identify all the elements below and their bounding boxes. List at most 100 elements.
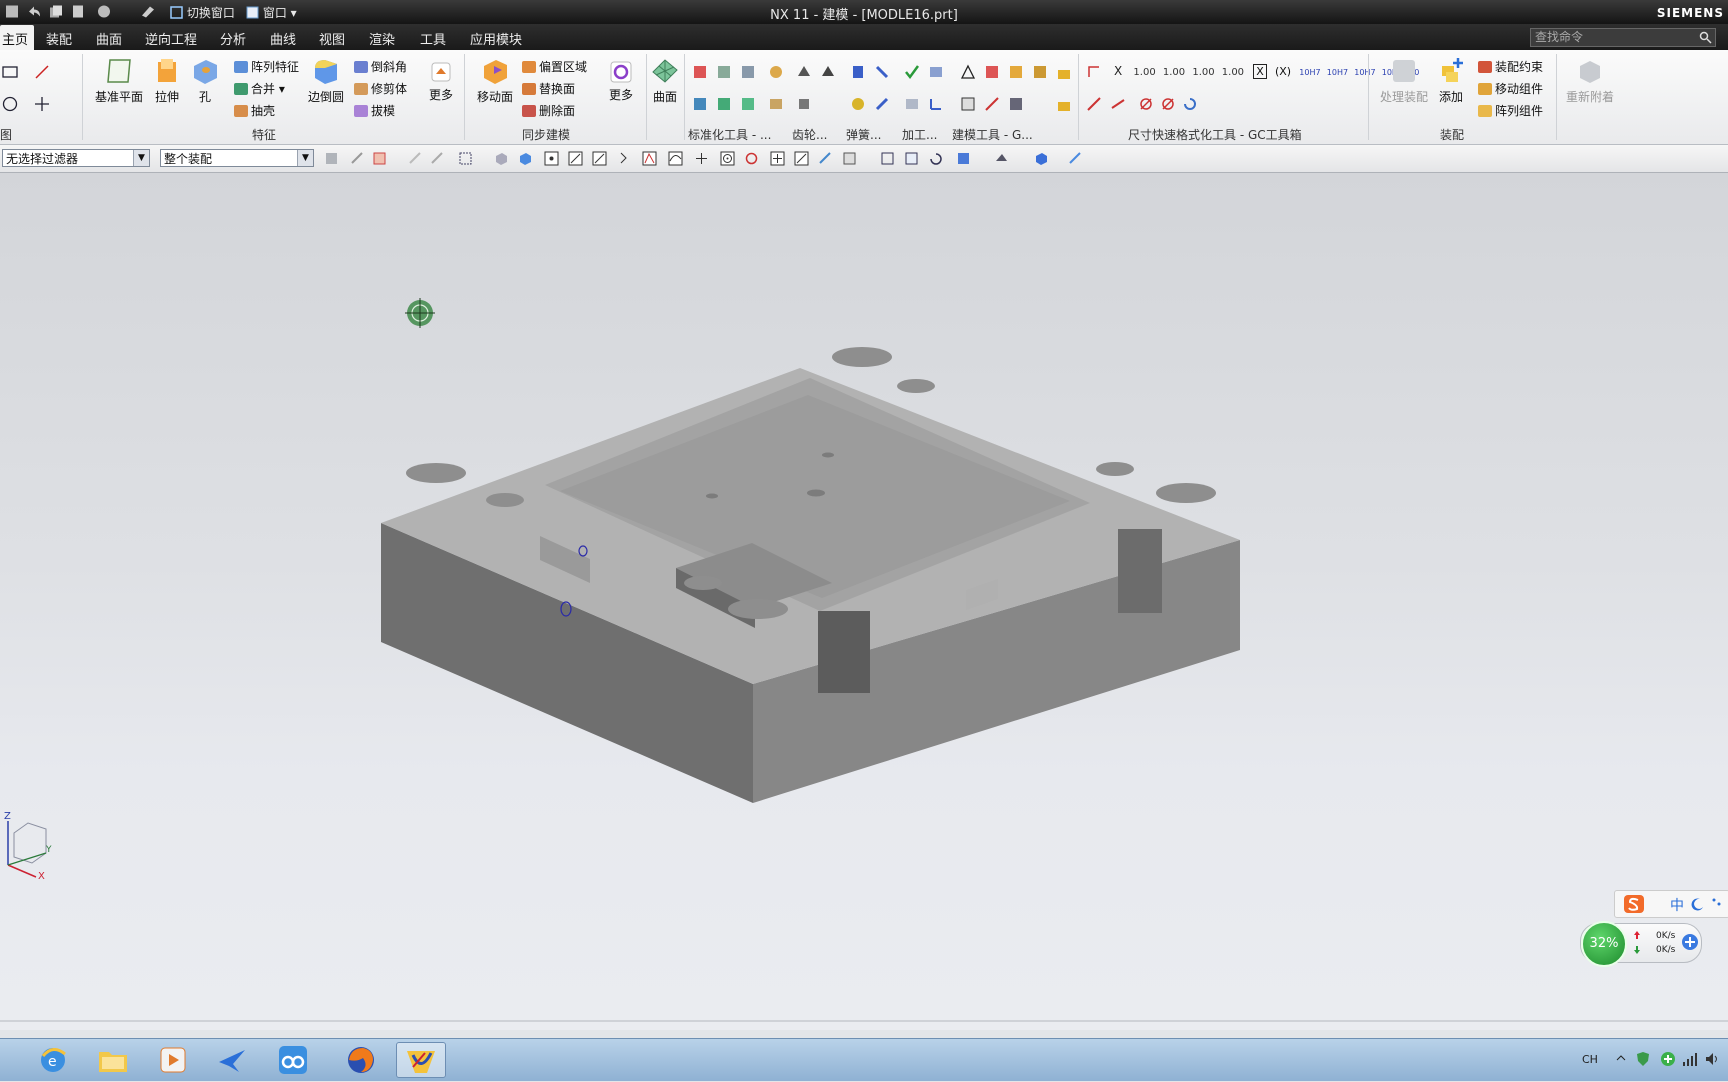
tab-render[interactable]: 渲染 bbox=[369, 29, 395, 48]
hole-button[interactable]: 孔 bbox=[190, 56, 220, 105]
standard-library-icon[interactable] bbox=[716, 64, 732, 80]
spring-design-icon[interactable] bbox=[874, 64, 890, 80]
refresh-dim-icon[interactable] bbox=[1182, 96, 1198, 112]
tab-curve[interactable]: 曲线 bbox=[270, 29, 296, 48]
helical-gear-icon[interactable] bbox=[820, 64, 836, 80]
extrude-button[interactable]: 拉伸 bbox=[150, 56, 184, 105]
firefox-app[interactable] bbox=[336, 1042, 386, 1078]
snap-point-on-curve-icon[interactable] bbox=[794, 151, 809, 166]
move-face-button[interactable]: 移动面 bbox=[474, 56, 516, 105]
offset-region-button[interactable]: 偏置区域 bbox=[522, 58, 587, 75]
modeling-tool-1-icon[interactable] bbox=[984, 64, 1000, 80]
scope-dropdown[interactable]: 整个装配 ▼ bbox=[160, 149, 314, 167]
add-component-button[interactable]: 添加 bbox=[1436, 56, 1466, 105]
ime-mode[interactable]: 中 bbox=[1670, 895, 1684, 915]
datum-plane-button[interactable]: 基准平面 bbox=[92, 56, 146, 105]
snap-surface-icon[interactable] bbox=[818, 151, 833, 166]
lock-icon[interactable] bbox=[1056, 64, 1072, 80]
gear-icon[interactable] bbox=[768, 64, 784, 80]
tray-expand-icon[interactable] bbox=[1616, 1053, 1626, 1063]
diameter-icon[interactable] bbox=[1138, 96, 1154, 112]
network-speed-widget[interactable]: 32% 0K/s 0K/s bbox=[1580, 921, 1702, 967]
snap-bounded-grid-icon[interactable] bbox=[842, 151, 857, 166]
feiq-app[interactable] bbox=[208, 1042, 258, 1078]
standard-table-icon[interactable] bbox=[740, 64, 756, 80]
snap-endpoint-icon[interactable] bbox=[544, 151, 559, 166]
assembly-constraints-button[interactable]: 装配约束 bbox=[1478, 58, 1543, 75]
reattach-button[interactable]: 重新附着 bbox=[1562, 56, 1618, 105]
snap-midpoint-icon[interactable] bbox=[592, 151, 607, 166]
machining-axis-icon[interactable] bbox=[928, 96, 944, 112]
chamfer-button[interactable]: 倒斜角 bbox=[354, 58, 407, 75]
dim-icon-tol3[interactable]: 1.00 bbox=[1192, 67, 1214, 78]
dim-icon-fit1[interactable]: 10H7 bbox=[1299, 68, 1320, 77]
dim-icon-x[interactable]: X bbox=[1114, 64, 1122, 78]
siemens-nx-app[interactable] bbox=[396, 1042, 446, 1078]
process-assembly-button[interactable]: 处理装配 bbox=[1376, 56, 1432, 105]
graphics-window[interactable]: Z X Y bbox=[0, 173, 1728, 1030]
volume-icon[interactable] bbox=[1704, 1051, 1720, 1067]
network-signal-icon[interactable] bbox=[1682, 1051, 1698, 1067]
machining-check-icon[interactable] bbox=[904, 64, 920, 80]
file-explorer-app[interactable] bbox=[88, 1042, 138, 1078]
edge-blend-button[interactable]: 边倒圆 bbox=[306, 56, 346, 105]
tab-view[interactable]: 视图 bbox=[319, 29, 345, 48]
gear-table-icon[interactable] bbox=[768, 96, 784, 112]
tab-analysis[interactable]: 分析 bbox=[220, 29, 246, 48]
snap-curve-icon[interactable] bbox=[618, 151, 633, 166]
spur-gear-icon[interactable] bbox=[796, 64, 812, 80]
sync-more-button[interactable]: 更多 bbox=[604, 60, 638, 103]
select-body-icon[interactable] bbox=[430, 151, 445, 166]
dim-icon-tol4[interactable]: 1.00 bbox=[1222, 67, 1244, 78]
rectangle-select-icon[interactable] bbox=[458, 151, 473, 166]
solid-body-icon[interactable] bbox=[494, 151, 509, 166]
render-style-icon[interactable] bbox=[994, 151, 1009, 166]
accelerate-plus-icon[interactable] bbox=[1681, 933, 1699, 951]
triangle-icon[interactable] bbox=[960, 64, 976, 80]
delete-face-button[interactable]: 删除面 bbox=[522, 102, 575, 119]
rotate-icon[interactable] bbox=[928, 151, 943, 166]
reuse-library-icon[interactable] bbox=[716, 96, 732, 112]
standard-part-icon[interactable] bbox=[692, 64, 708, 80]
zoom-icon[interactable] bbox=[904, 151, 919, 166]
tray-green-plus-icon[interactable] bbox=[1660, 1051, 1676, 1067]
modeling-tool-3-icon[interactable] bbox=[1032, 64, 1048, 80]
machining-feature-icon[interactable] bbox=[928, 64, 944, 80]
snap-line-icon[interactable] bbox=[568, 151, 583, 166]
mold-plate-model[interactable] bbox=[381, 347, 1240, 803]
chevron-down-icon[interactable]: ▼ bbox=[133, 150, 149, 166]
dim-icon-paren-x[interactable]: (X) bbox=[1275, 65, 1291, 78]
replace-face-button[interactable]: 替换面 bbox=[522, 80, 575, 97]
tray-language[interactable]: CH bbox=[1582, 1053, 1598, 1066]
machining-surface-icon[interactable] bbox=[904, 96, 920, 112]
tab-assembly[interactable]: 装配 bbox=[46, 29, 72, 48]
snap-add-icon[interactable] bbox=[372, 151, 387, 166]
edit-section-icon[interactable] bbox=[1068, 151, 1083, 166]
baidu-netdisk-app[interactable] bbox=[268, 1042, 318, 1078]
pattern-component-button[interactable]: 阵列组件 bbox=[1478, 102, 1543, 119]
dim-icon-fit3[interactable]: 10H7 bbox=[1354, 68, 1375, 77]
media-player-app[interactable] bbox=[148, 1042, 198, 1078]
fit-view-icon[interactable] bbox=[880, 151, 895, 166]
rectangle-icon[interactable] bbox=[2, 64, 18, 80]
punctuation-icon[interactable] bbox=[1711, 896, 1723, 908]
draft-button[interactable]: 拔模 bbox=[354, 102, 395, 119]
sheet-body-icon[interactable] bbox=[518, 151, 533, 166]
dim-icon-tol1[interactable]: 1.00 bbox=[1133, 67, 1155, 78]
disc-spring-icon[interactable] bbox=[850, 96, 866, 112]
snap-quadrant-icon[interactable] bbox=[744, 151, 759, 166]
dim-ordinate-icon[interactable] bbox=[1086, 64, 1102, 80]
tab-tools[interactable]: 工具 bbox=[420, 29, 446, 48]
shell-button[interactable]: 抽壳 bbox=[234, 102, 275, 119]
gear-mesh-icon[interactable] bbox=[796, 96, 812, 112]
half-width-moon-icon[interactable] bbox=[1691, 897, 1705, 911]
selection-filter-dropdown[interactable]: 无选择过滤器 ▼ bbox=[2, 149, 150, 167]
point-icon[interactable] bbox=[34, 96, 50, 112]
snap-spline-icon[interactable] bbox=[668, 151, 683, 166]
move-component-button[interactable]: 移动组件 bbox=[1478, 80, 1543, 97]
internet-explorer-app[interactable]: e bbox=[28, 1042, 78, 1078]
lock-2-icon[interactable] bbox=[1056, 96, 1072, 112]
modeling-tool-4-icon[interactable] bbox=[960, 96, 976, 112]
tab-reverse-engineering[interactable]: 逆向工程 bbox=[145, 29, 197, 48]
fastener-icon[interactable] bbox=[740, 96, 756, 112]
